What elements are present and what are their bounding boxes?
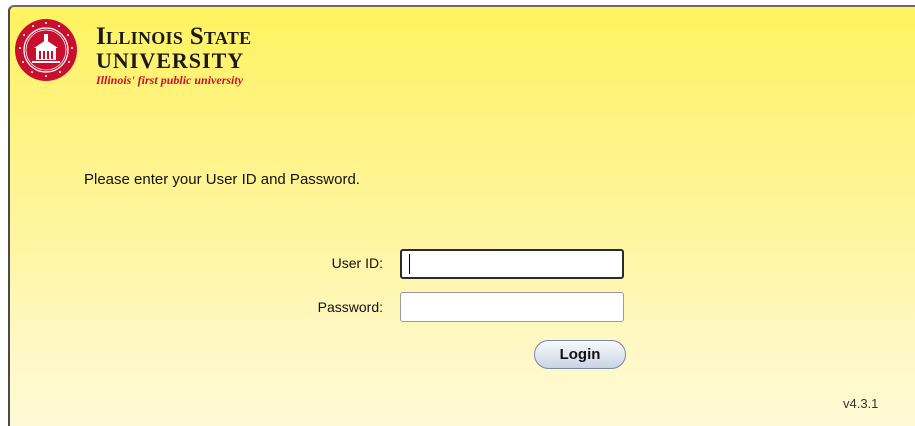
password-input[interactable]: [400, 292, 624, 322]
login-instructions: Please enter your User ID and Password.: [84, 171, 360, 188]
text-caret: [409, 254, 410, 274]
user-id-input[interactable]: [400, 249, 624, 279]
university-wordmark: Illinois State UNIVERSITY Illinois' firs…: [96, 23, 252, 88]
wordmark-title: Illinois State: [96, 23, 252, 50]
login-button[interactable]: Login: [534, 340, 626, 369]
user-id-label: User ID:: [331, 255, 383, 271]
password-label: Password:: [317, 299, 383, 315]
university-seal-logo: [15, 19, 77, 81]
version-label: v4.3.1: [843, 396, 879, 411]
wordmark-tagline: Illinois' first public university: [96, 73, 244, 87]
wordmark-university: UNIVERSITY: [96, 48, 245, 73]
